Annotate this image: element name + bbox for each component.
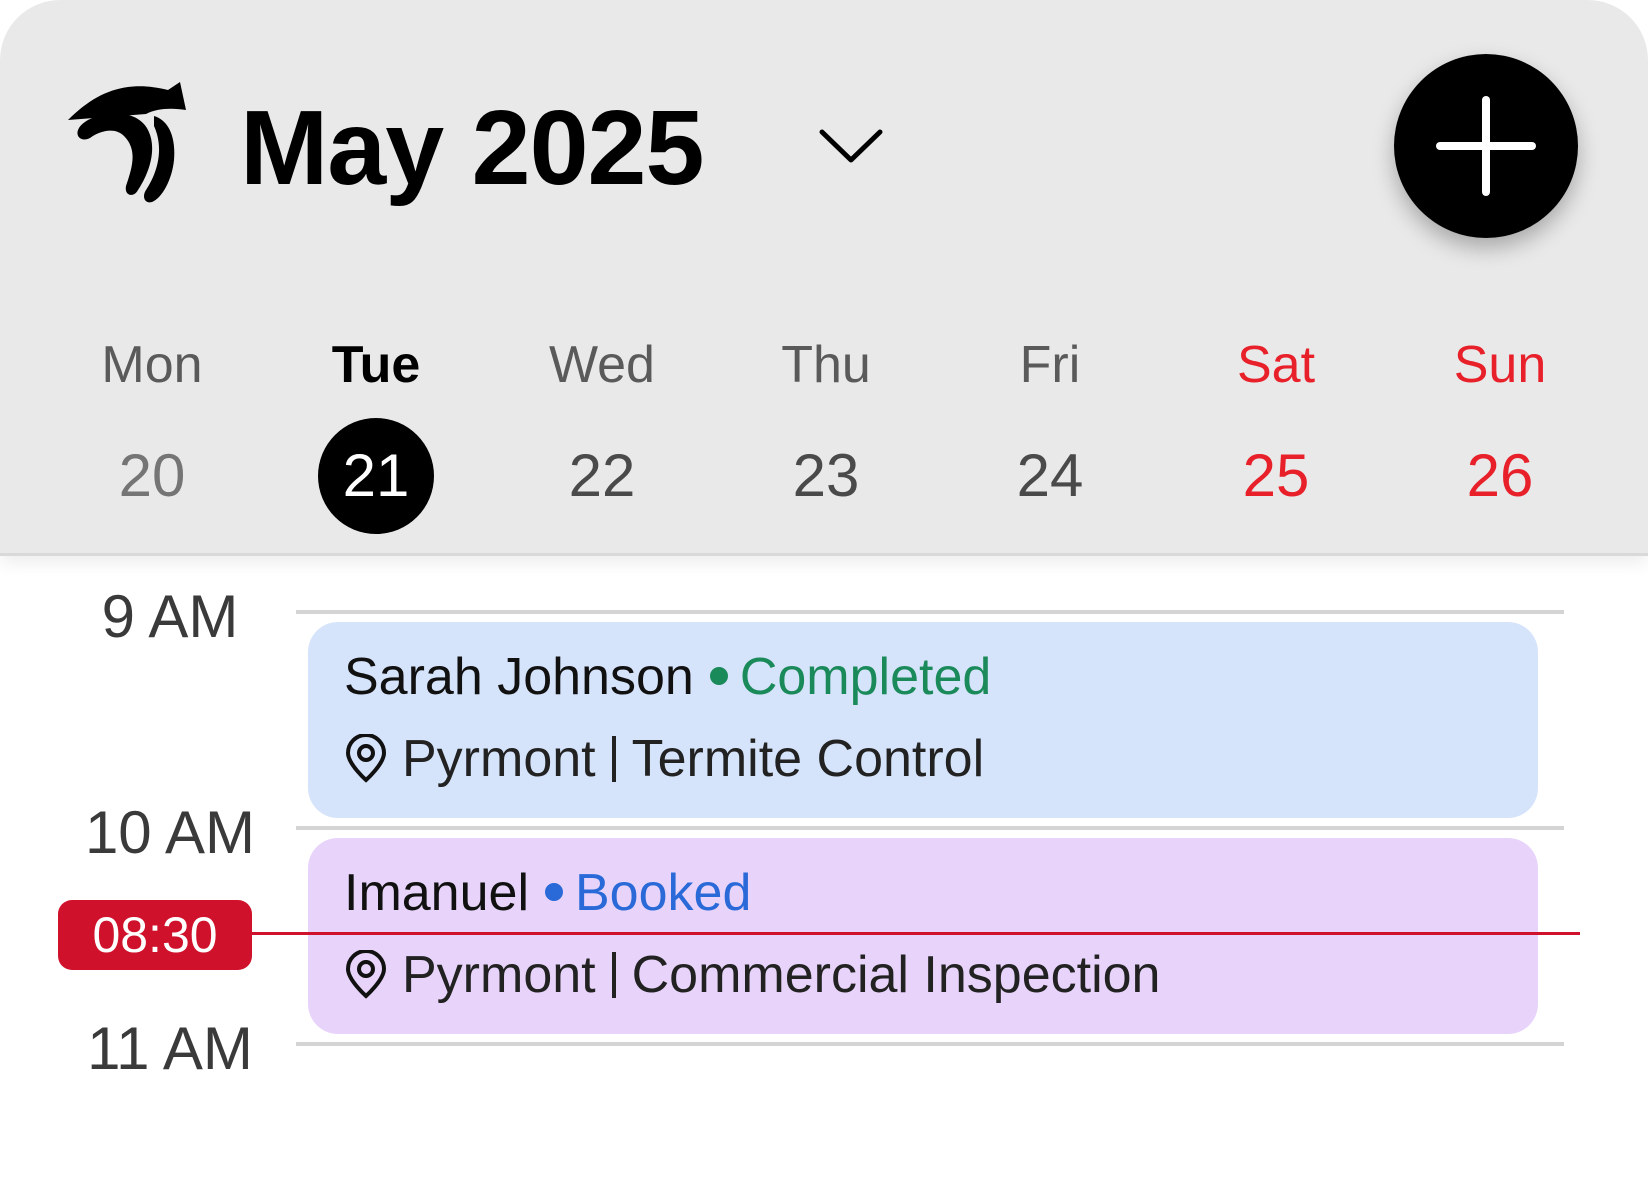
day-wed[interactable]: Wed 22 [512,330,692,534]
event-title-row: Sarah Johnson Completed [344,644,991,710]
event-service: Termite Control [631,730,985,788]
event-status: Completed [709,648,992,706]
day-sat[interactable]: Sat 25 [1186,330,1366,534]
status-dot [545,883,563,902]
day-name: Sat [1236,336,1316,394]
event-status-label: Booked [575,864,752,922]
calendar-app: May 2025 Mon 20 Tue 21 Wed 22 Thu 23 Fri [0,0,1648,1192]
day-number: 21 [318,418,434,534]
event-title-row: Imanuel Booked [344,860,751,926]
location-pin-icon [345,734,387,783]
day-name: Thu [781,336,871,394]
status-dot [709,667,728,686]
event-status: Booked [545,864,751,922]
event-status-label: Completed [739,648,992,706]
event-card[interactable]: Sarah Johnson Completed Pyrmont Termite C… [308,622,1538,818]
day-name: Fri [1019,336,1081,394]
day-number: 24 [1016,442,1084,509]
hour-line [296,1042,1564,1046]
time-label-11am: 11 AM [87,1015,253,1082]
current-time-badge: 08:30 [58,900,252,970]
month-title[interactable]: May 2025 [240,88,704,208]
event-detail-row: Pyrmont Termite Control [344,726,984,792]
event-client-name: Imanuel [344,864,529,922]
event-detail-row: Pyrmont Commercial Inspection [344,942,1160,1008]
day-mon[interactable]: Mon 20 [62,330,242,534]
event-client-name: Sarah Johnson [344,648,694,706]
day-thu[interactable]: Thu 23 [736,330,916,534]
day-name: Tue [331,336,421,394]
time-label-10am: 10 AM [84,799,256,866]
calendar-header: May 2025 Mon 20 Tue 21 Wed 22 Thu 23 Fri [0,0,1648,556]
day-name: Sun [1453,336,1547,394]
event-location: Pyrmont [402,730,596,788]
location-pin-icon [345,950,387,999]
chevron-down-icon[interactable] [816,120,886,172]
time-label-9am: 9 AM [101,583,239,650]
separator [611,736,616,782]
day-number: 26 [1466,442,1534,509]
day-name: Wed [549,336,655,394]
logo-icon [68,82,186,203]
separator [611,952,616,998]
day-number: 23 [792,442,860,509]
day-sun[interactable]: Sun 26 [1410,330,1590,534]
day-name: Mon [101,336,203,394]
add-event-button[interactable] [1394,54,1578,238]
day-number: 20 [118,442,186,509]
current-time-line [250,932,1580,935]
day-number: 25 [1242,442,1310,509]
hour-line [296,826,1564,830]
hour-line [296,610,1564,614]
day-tue[interactable]: Tue 21 [286,330,466,534]
event-service: Commercial Inspection [631,946,1161,1004]
day-number: 22 [568,442,636,509]
plus-icon [1436,96,1536,196]
event-location: Pyrmont [402,946,596,1004]
event-card[interactable]: Imanuel Booked Pyrmont Commercial Inspect… [308,838,1538,1034]
day-fri[interactable]: Fri 24 [960,330,1140,534]
